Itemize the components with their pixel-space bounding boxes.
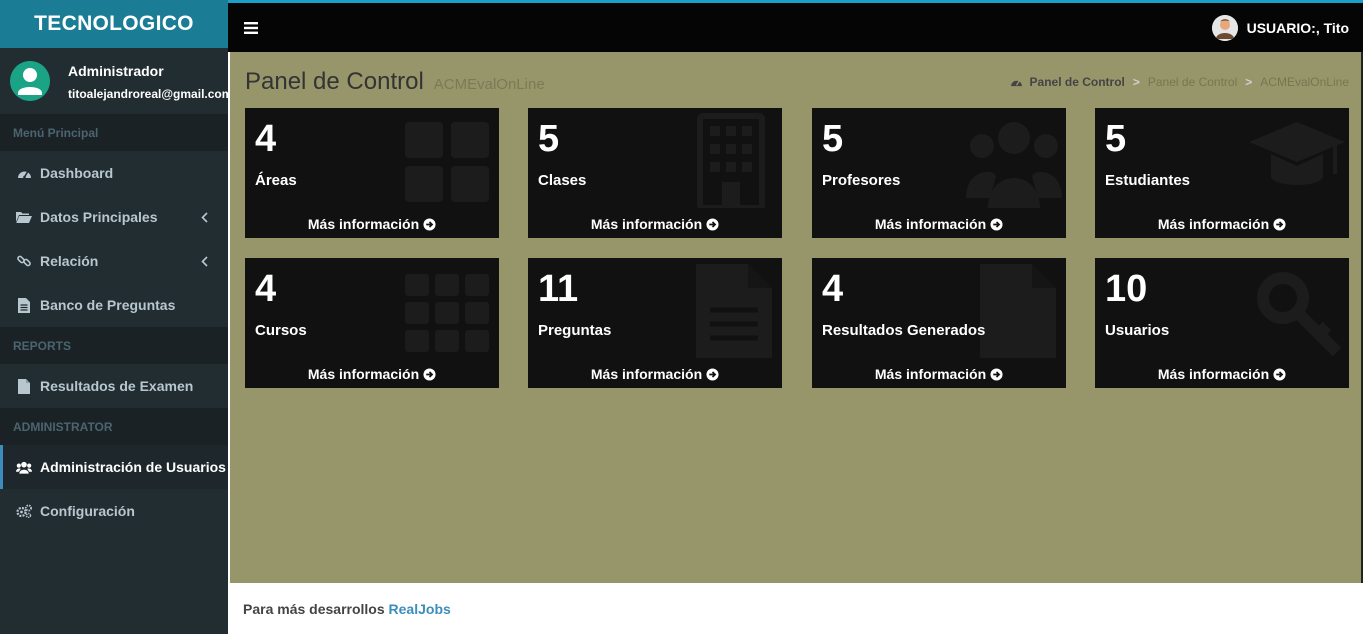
- sidebar-item-label: Administración de Usuarios: [40, 459, 226, 475]
- arrow-circle-right-icon: [423, 217, 436, 231]
- stat-value: 5: [538, 118, 560, 160]
- cogs-icon: [16, 503, 32, 519]
- users-icon: [16, 459, 32, 475]
- stat-box-preguntas: 11 Preguntas Más información: [528, 258, 782, 388]
- sidebar-item-dashboard[interactable]: Dashboard: [0, 151, 228, 195]
- user-avatar-icon: [10, 61, 50, 101]
- folder-open-icon: [16, 209, 32, 225]
- th-large-icon: [405, 122, 489, 202]
- menu-header-main: Menú Principal: [0, 114, 228, 151]
- stat-label: Resultados Generados: [822, 322, 986, 339]
- more-info-link[interactable]: Más información: [1095, 210, 1349, 238]
- users-icon: [966, 122, 1062, 208]
- stat-value: 4: [255, 118, 277, 160]
- stat-label: Áreas: [255, 172, 297, 189]
- chevron-left-icon: [201, 210, 208, 226]
- chevron-left-icon: [201, 254, 208, 270]
- stat-value: 5: [822, 118, 844, 160]
- arrow-circle-right-icon: [1273, 217, 1286, 231]
- breadcrumb-item[interactable]: Panel de Control: [1010, 75, 1125, 89]
- stat-label: Usuarios: [1105, 322, 1170, 339]
- page-title-text: Panel de Control: [245, 68, 424, 95]
- dashboard-icon: [16, 165, 32, 181]
- sidebar: TECNOLOGICO Administrador titoalejandror…: [0, 0, 228, 634]
- sidebar-item-label: Resultados de Examen: [40, 378, 194, 394]
- arrow-circle-right-icon: [706, 217, 719, 231]
- arrow-circle-right-icon: [1273, 367, 1286, 381]
- breadcrumb-separator: >: [1245, 75, 1253, 89]
- graduation-cap-icon: [1249, 122, 1345, 185]
- th-icon: [405, 274, 489, 352]
- file-icon: [16, 378, 32, 394]
- arrow-circle-right-icon: [990, 217, 1003, 231]
- file-icon: [980, 264, 1056, 358]
- building-icon: [697, 113, 765, 208]
- user-email: titoalejandroreal@gmail.com: [68, 87, 228, 101]
- stat-value: 4: [822, 268, 844, 310]
- stat-label: Preguntas: [538, 322, 612, 339]
- stat-box-clases: 5 Clases Más información: [528, 108, 782, 238]
- user-panel: Administrador titoalejandroreal@gmail.co…: [0, 48, 228, 114]
- stat-label: Cursos: [255, 322, 307, 339]
- sidebar-item-resultados-examen[interactable]: Resultados de Examen: [0, 364, 228, 408]
- sidebar-item-label: Dashboard: [40, 165, 114, 181]
- footer-text: Para más desarrollos RealJobs: [243, 601, 451, 617]
- user-label: USUARIO:, Tito: [1246, 20, 1349, 36]
- stat-box-resultados: 4 Resultados Generados Más información: [812, 258, 1066, 388]
- dashboard-icon: [1010, 80, 1022, 87]
- user-name: Administrador: [68, 63, 164, 79]
- arrow-circle-right-icon: [423, 367, 436, 381]
- file-text-icon: [696, 264, 772, 358]
- stat-value: 11: [538, 268, 579, 310]
- menu-header-reports: REPORTS: [0, 327, 228, 364]
- arrow-circle-right-icon: [706, 367, 719, 381]
- menu-header-admin: ADMINISTRATOR: [0, 408, 228, 445]
- sidebar-item-datos-principales[interactable]: Datos Principales: [0, 195, 228, 239]
- sidebar-item-label: Configuración: [40, 503, 135, 519]
- brand-logo[interactable]: TECNOLOGICO: [0, 0, 228, 48]
- stat-label: Clases: [538, 172, 587, 189]
- stat-box-cursos: 4 Cursos Más información: [245, 258, 499, 388]
- link-icon: [16, 253, 32, 269]
- hamburger-menu-icon[interactable]: [244, 21, 258, 39]
- sidebar-item-label: Relación: [40, 253, 99, 269]
- user-menu[interactable]: USUARIO:, Tito: [1211, 15, 1349, 41]
- stat-value: 4: [255, 268, 277, 310]
- stat-box-areas: 4 Áreas Más información: [245, 108, 499, 238]
- stat-box-estudiantes: 5 Estudiantes Más información: [1095, 108, 1349, 238]
- more-info-link[interactable]: Más información: [245, 360, 499, 388]
- stat-box-profesores: 5 Profesores Más información: [812, 108, 1066, 238]
- sidebar-item-label: Banco de Preguntas: [40, 297, 176, 313]
- sidebar-item-relacion[interactable]: Relación: [0, 239, 228, 283]
- more-info-link[interactable]: Más información: [245, 210, 499, 238]
- more-info-link[interactable]: Más información: [812, 360, 1066, 388]
- sidebar-item-banco-preguntas[interactable]: Banco de Preguntas: [0, 283, 228, 327]
- more-info-link[interactable]: Más información: [812, 210, 1066, 238]
- top-navbar: USUARIO:, Tito: [228, 0, 1363, 52]
- page-subtitle: ACMEvalOnLine: [433, 76, 545, 93]
- more-info-link[interactable]: Más información: [528, 360, 782, 388]
- sidebar-item-configuracion[interactable]: Configuración: [0, 489, 228, 533]
- key-icon: [1257, 272, 1342, 357]
- main-content: Panel de Control ACMEvalOnLine Panel de …: [230, 52, 1361, 583]
- user-avatar-icon: [1211, 15, 1238, 41]
- arrow-circle-right-icon: [990, 367, 1003, 381]
- breadcrumb: Panel de Control > Panel de Control > AC…: [1010, 75, 1349, 89]
- breadcrumb-separator: >: [1132, 75, 1140, 89]
- sidebar-item-label: Datos Principales: [40, 209, 158, 225]
- footer-link[interactable]: RealJobs: [389, 601, 451, 617]
- more-info-link[interactable]: Más información: [528, 210, 782, 238]
- sidebar-item-admin-usuarios[interactable]: Administración de Usuarios: [0, 445, 228, 489]
- breadcrumb-item[interactable]: Panel de Control: [1148, 75, 1237, 89]
- stat-value: 5: [1105, 118, 1127, 160]
- page-title: Panel de Control ACMEvalOnLine: [245, 68, 545, 96]
- file-text-icon: [16, 297, 32, 313]
- breadcrumb-item: ACMEvalOnLine: [1260, 75, 1349, 89]
- footer: Para más desarrollos RealJobs: [228, 583, 1363, 634]
- stat-label: Profesores: [822, 172, 901, 189]
- stat-box-usuarios: 10 Usuarios Más información: [1095, 258, 1349, 388]
- stat-value: 10: [1105, 268, 1148, 310]
- stat-label: Estudiantes: [1105, 172, 1191, 189]
- more-info-link[interactable]: Más información: [1095, 360, 1349, 388]
